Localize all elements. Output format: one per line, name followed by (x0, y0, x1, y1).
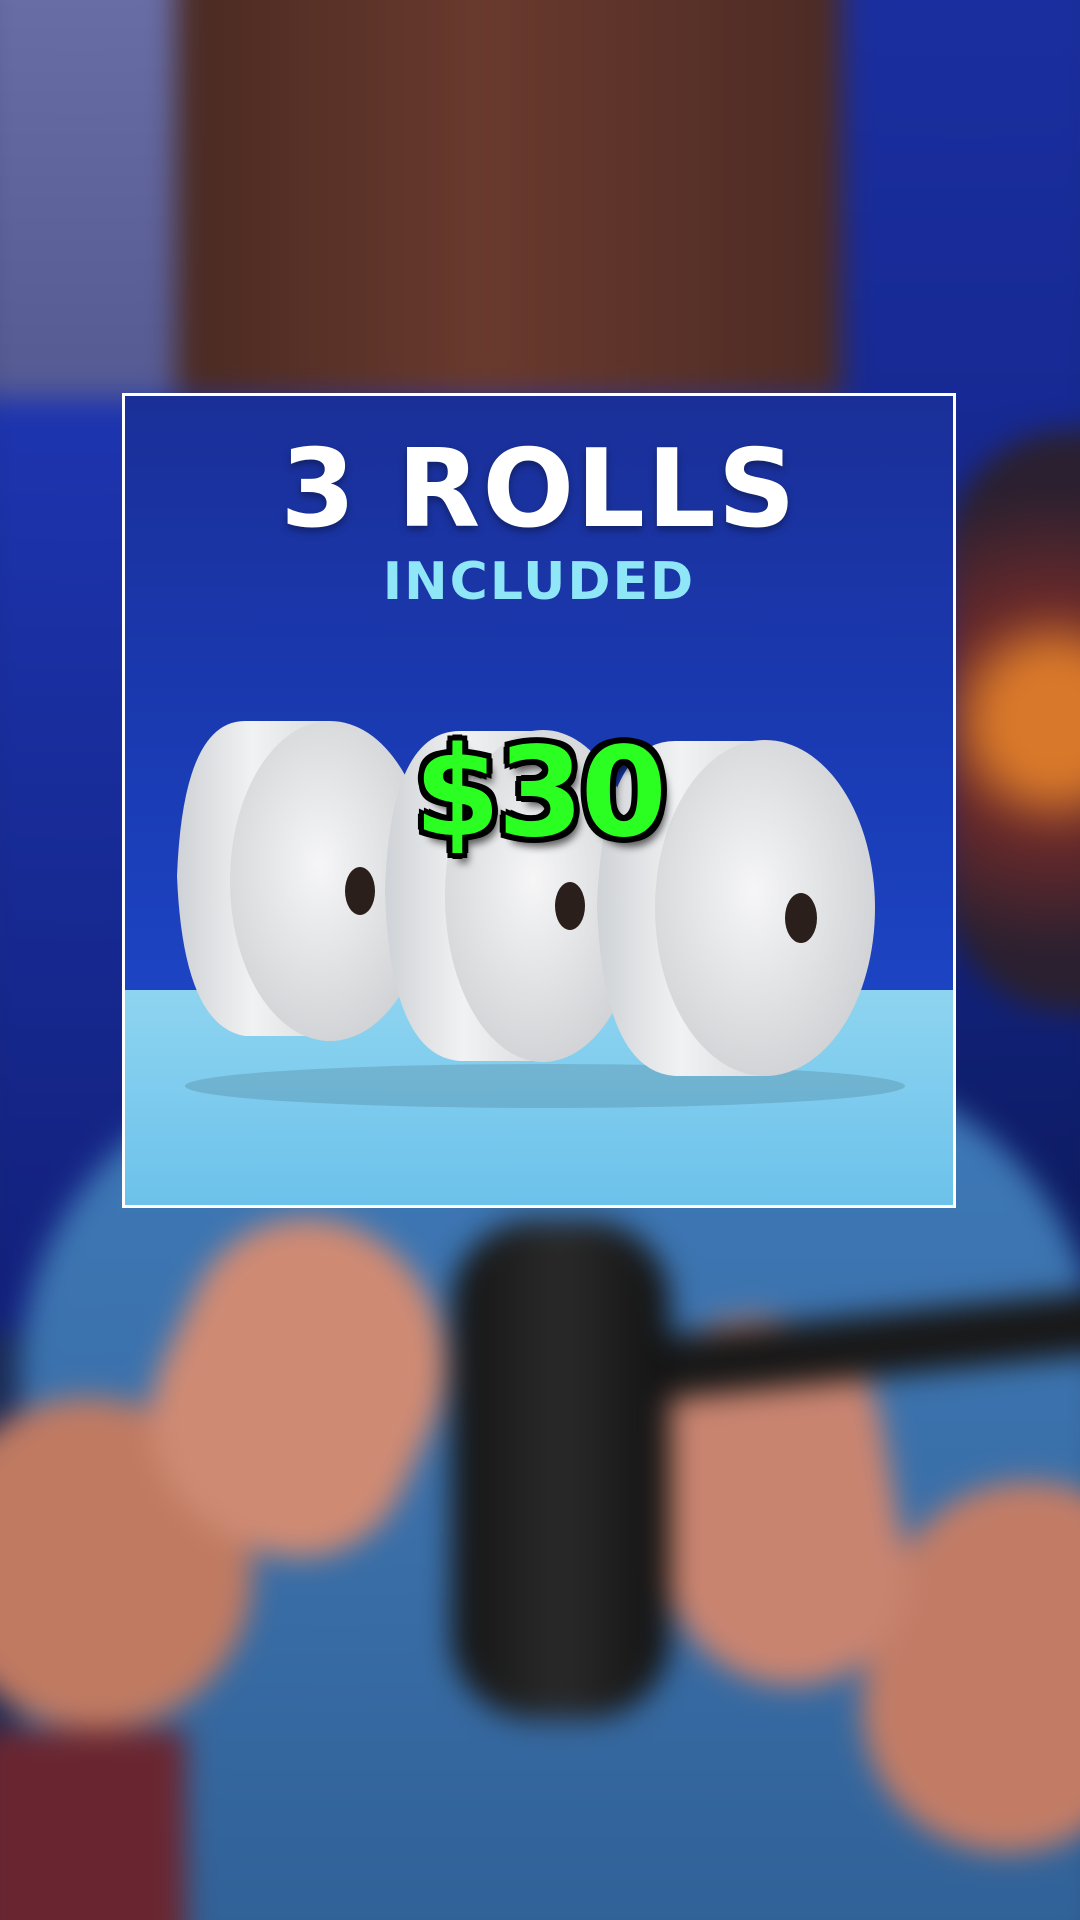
background-door (176, 0, 863, 399)
product-card: 3 ROLLS INCLUDED $30 (122, 393, 956, 1208)
video-frame: 3 ROLLS INCLUDED $30 (0, 0, 1080, 1920)
microphone (451, 1220, 670, 1720)
price-tag: $30 (414, 721, 667, 865)
prize-wheel (945, 429, 1080, 1012)
background-chair (0, 1729, 187, 1920)
